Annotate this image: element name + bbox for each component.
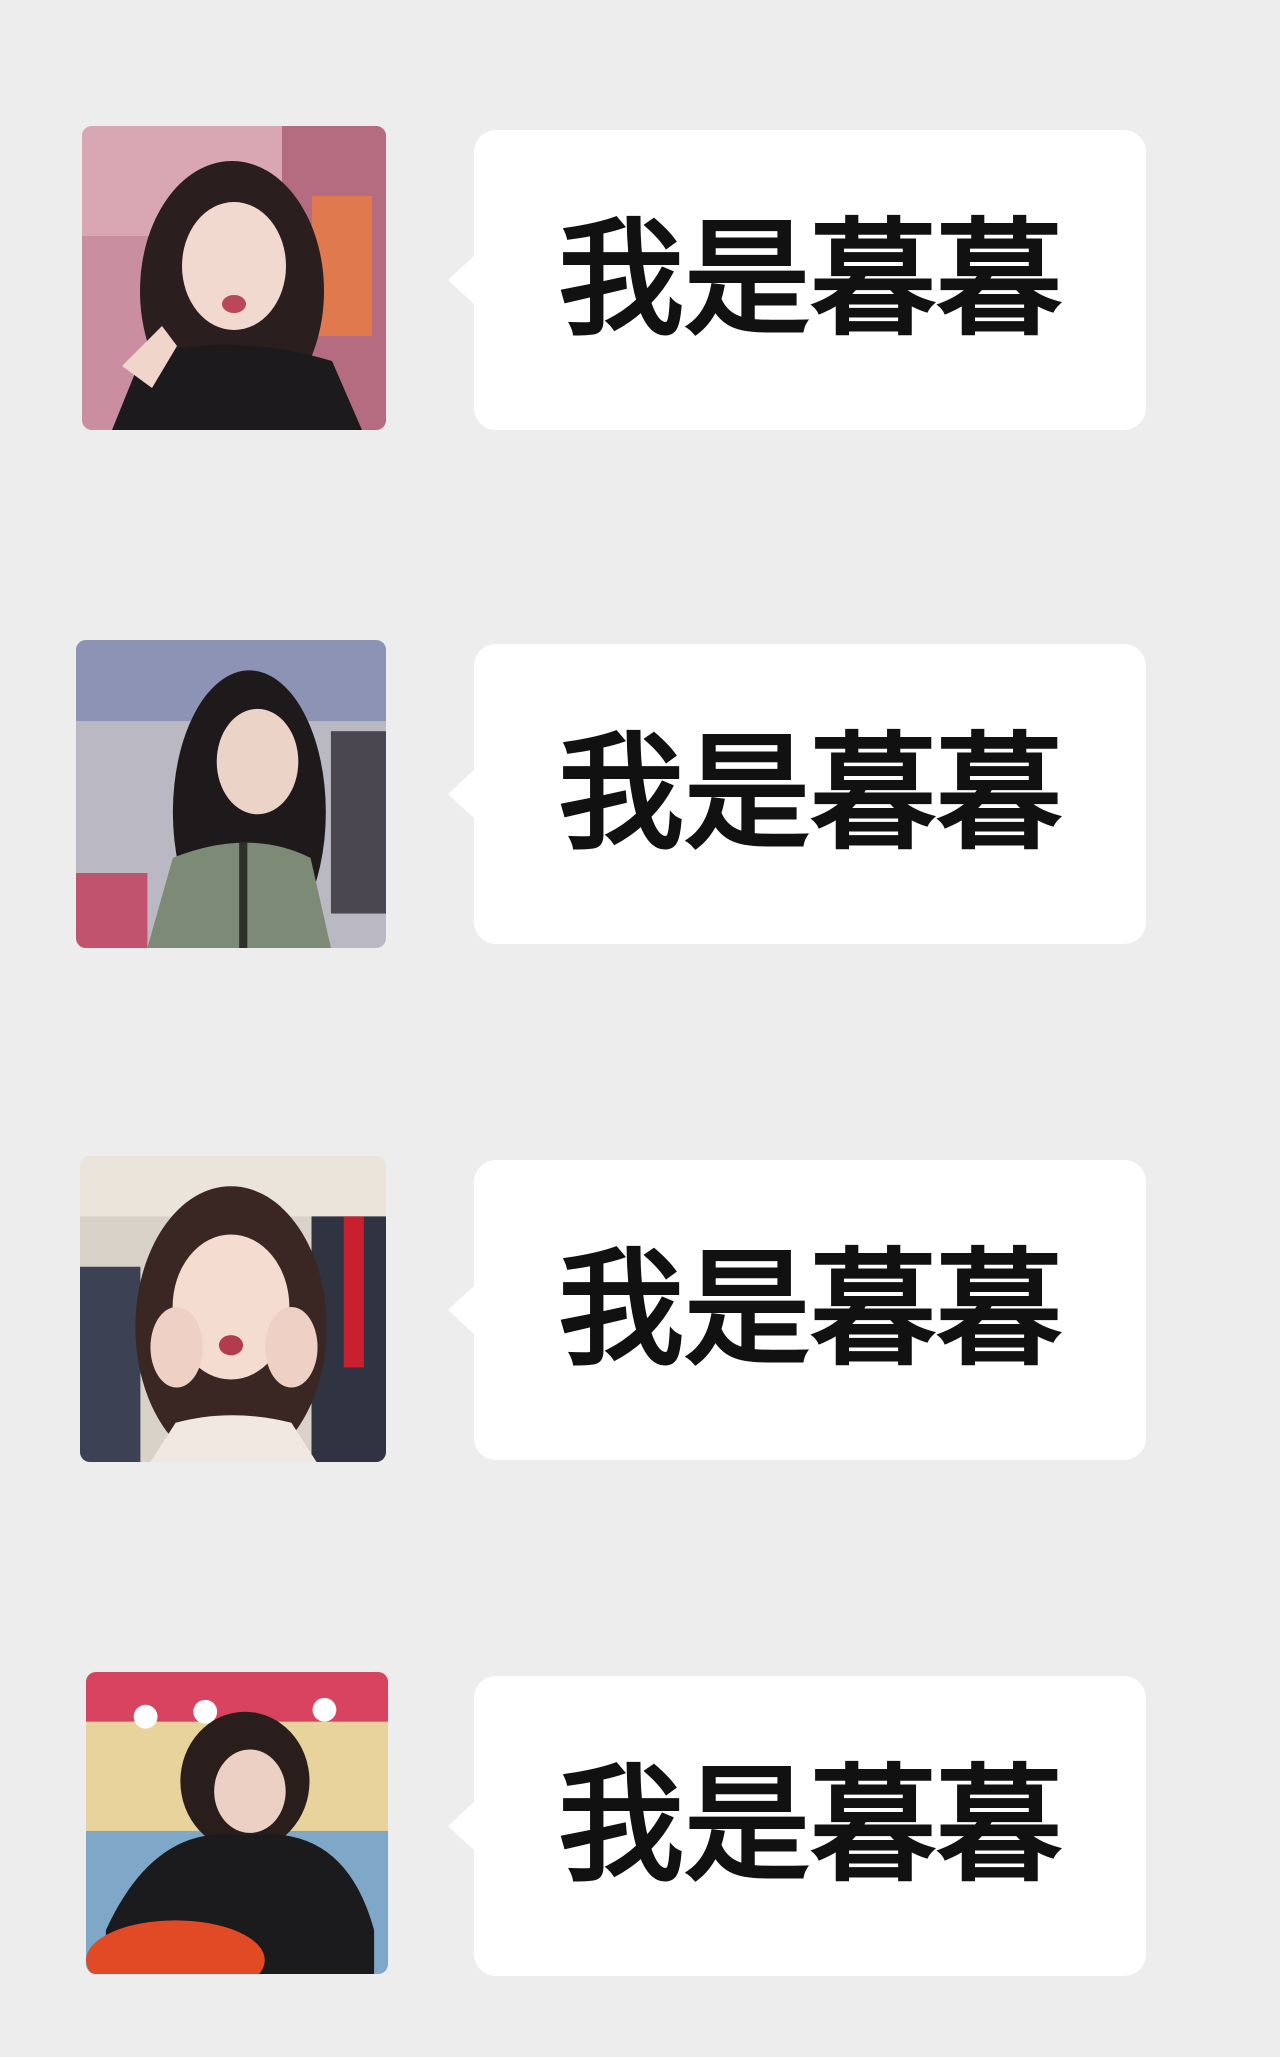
message-text: 我是暮暮 — [558, 1752, 1062, 1899]
message-row: 我是暮暮 — [0, 640, 1280, 960]
chat-conversation: 我是暮暮 我是暮暮 我是暮暮 我是暮暮 — [0, 0, 1280, 2057]
message-row: 我是暮暮 — [0, 126, 1280, 446]
message-text: 我是暮暮 — [558, 1236, 1062, 1383]
message-bubble[interactable]: 我是暮暮 — [474, 1676, 1146, 1976]
message-bubble[interactable]: 我是暮暮 — [474, 1160, 1146, 1460]
avatar-photo-icon — [82, 126, 386, 430]
message-text: 我是暮暮 — [558, 206, 1062, 353]
message-bubble[interactable]: 我是暮暮 — [474, 644, 1146, 944]
avatar-photo-icon — [76, 640, 386, 948]
avatar[interactable] — [82, 126, 386, 430]
avatar[interactable] — [80, 1156, 386, 1462]
avatar-photo-icon — [86, 1672, 388, 1974]
avatar[interactable] — [86, 1672, 388, 1974]
avatar-photo-icon — [80, 1156, 386, 1462]
message-bubble[interactable]: 我是暮暮 — [474, 130, 1146, 430]
message-row: 我是暮暮 — [0, 1672, 1280, 1992]
message-text: 我是暮暮 — [558, 720, 1062, 867]
message-row: 我是暮暮 — [0, 1156, 1280, 1476]
avatar[interactable] — [76, 640, 386, 948]
